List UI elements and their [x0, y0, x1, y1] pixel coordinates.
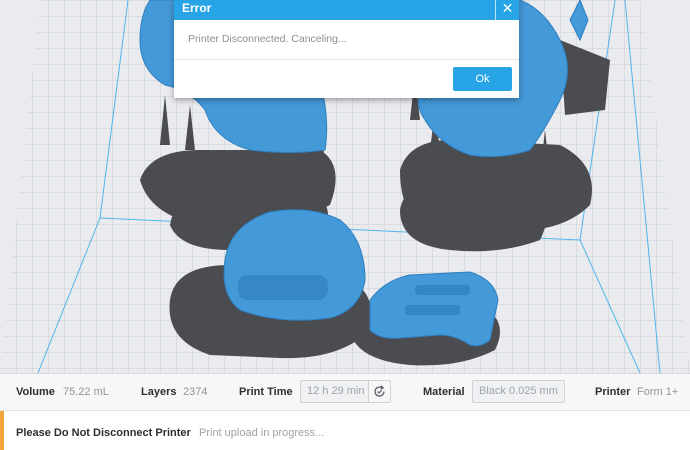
printer-value: Form 1+ [637, 386, 679, 398]
material-label: Material [423, 386, 465, 398]
status-title: Please Do Not Disconnect Printer [16, 427, 191, 439]
print-time-field: 12 h 29 min [300, 380, 369, 403]
print-time-label: Print Time [239, 386, 293, 398]
status-bar: Please Do Not Disconnect Printer Print u… [0, 410, 690, 450]
dialog-close-button[interactable]: ✕ [495, 0, 519, 20]
ok-button[interactable]: Ok [453, 67, 512, 91]
model-shell [223, 209, 366, 321]
close-icon: ✕ [501, 0, 514, 16]
build-viewport[interactable]: Error ✕ Printer Disconnected. Canceling.… [0, 0, 690, 373]
dialog-title: Error [182, 1, 212, 15]
dialog-divider [174, 59, 519, 60]
volume-value: 75.22 mL [63, 386, 109, 398]
layers-value: 2374 [183, 386, 208, 398]
error-dialog: Error ✕ Printer Disconnected. Canceling.… [174, 0, 519, 98]
refresh-icon [374, 385, 385, 397]
warning-accent [0, 411, 4, 450]
material-field[interactable]: Black 0.025 mm [472, 380, 565, 403]
status-message: Print upload in progress... [199, 427, 325, 439]
layers-label: Layers [141, 386, 177, 398]
dialog-message: Printer Disconnected. Canceling... [188, 33, 347, 45]
refresh-print-time-button[interactable] [368, 380, 391, 403]
dialog-titlebar: Error ✕ [174, 0, 519, 20]
volume-label: Volume [16, 386, 55, 398]
printer-label: Printer [595, 386, 631, 398]
print-info-bar: Volume 75.22 mL Layers 2374 Print Time 1… [0, 373, 690, 410]
